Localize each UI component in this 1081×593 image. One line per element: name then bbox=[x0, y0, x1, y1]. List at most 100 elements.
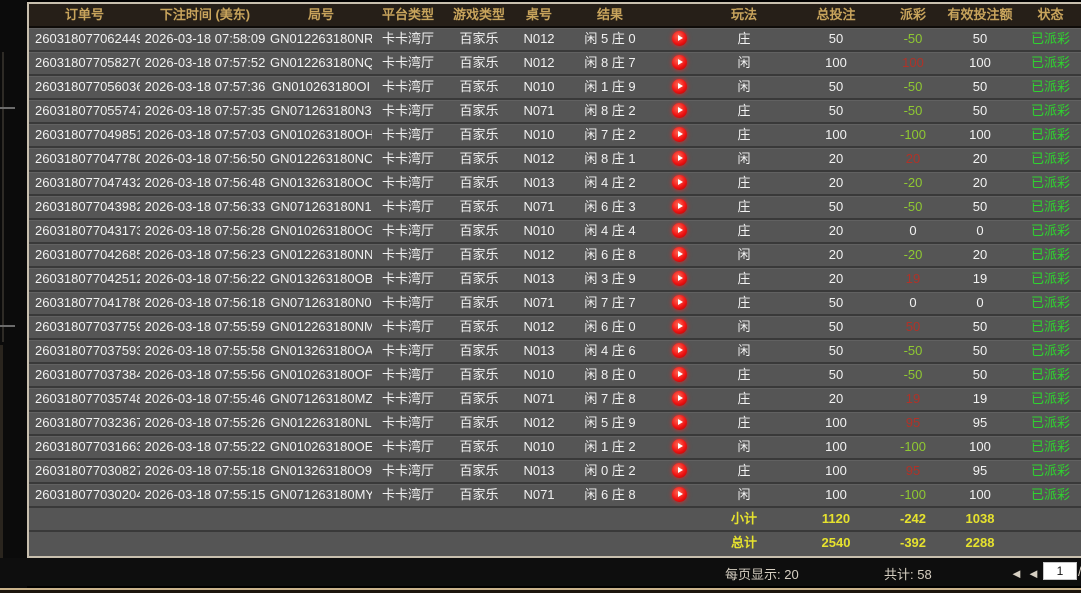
replay-video-icon[interactable] bbox=[672, 247, 687, 262]
subtotal-label: 小计 bbox=[702, 508, 786, 530]
cell-valid_bet: 50 bbox=[940, 340, 1020, 362]
replay-video-icon[interactable] bbox=[672, 415, 687, 430]
left-panel-divider bbox=[2, 52, 4, 342]
replay-video-icon[interactable] bbox=[672, 319, 687, 334]
replay-video-icon[interactable] bbox=[672, 151, 687, 166]
cell-play: 闲 bbox=[702, 52, 786, 74]
cell-platform: 卡卡湾厅 bbox=[372, 76, 444, 98]
table-row: 2603180770377592026-03-18 07:55:59GN0122… bbox=[29, 316, 1081, 340]
cell-table_no: N012 bbox=[514, 316, 564, 338]
replay-video-icon[interactable] bbox=[672, 487, 687, 502]
play-triangle bbox=[678, 323, 683, 329]
cell-total_bet: 100 bbox=[786, 484, 886, 506]
table-row: 2603180770357482026-03-18 07:55:46GN0712… bbox=[29, 388, 1081, 412]
cell-icon bbox=[656, 340, 702, 362]
cell-game: 百家乐 bbox=[444, 388, 514, 410]
total-row: 总计 2540 -392 2288 bbox=[29, 532, 1081, 556]
cell-play: 庄 bbox=[702, 124, 786, 146]
cell-result: 闲 0 庄 2 bbox=[564, 460, 656, 482]
cell-total_bet: 50 bbox=[786, 196, 886, 218]
cell-payout: -50 bbox=[886, 340, 940, 362]
cell-icon bbox=[656, 76, 702, 98]
replay-video-icon[interactable] bbox=[672, 439, 687, 454]
cell-status: 已派彩 bbox=[1020, 292, 1081, 314]
total-total-bet: 2540 bbox=[786, 532, 886, 556]
cell-game: 百家乐 bbox=[444, 76, 514, 98]
page-number-input[interactable] bbox=[1043, 562, 1077, 580]
cell-status: 已派彩 bbox=[1020, 268, 1081, 290]
cell-round: GN012263180NM bbox=[270, 316, 372, 338]
cell-valid_bet: 100 bbox=[940, 484, 1020, 506]
cell-play: 闲 bbox=[702, 484, 786, 506]
cell-order: 260318077032367 bbox=[29, 412, 140, 434]
table-row: 2603180770439822026-03-18 07:56:33GN0712… bbox=[29, 196, 1081, 220]
cell-time: 2026-03-18 07:55:15 bbox=[140, 484, 270, 506]
cell-status: 已派彩 bbox=[1020, 316, 1081, 338]
replay-video-icon[interactable] bbox=[672, 199, 687, 214]
table-row: 2603180770417882026-03-18 07:56:18GN0712… bbox=[29, 292, 1081, 316]
cell-table_no: N013 bbox=[514, 172, 564, 194]
left-edge-panel bbox=[0, 0, 27, 593]
cell-payout: -50 bbox=[886, 76, 940, 98]
cell-table_no: N013 bbox=[514, 460, 564, 482]
play-triangle bbox=[678, 131, 683, 137]
cell-total_bet: 20 bbox=[786, 388, 886, 410]
cell-order: 260318077042685 bbox=[29, 244, 140, 266]
first-page-icon[interactable]: ◄ bbox=[1010, 566, 1023, 581]
left-panel-line bbox=[0, 325, 15, 327]
replay-video-icon[interactable] bbox=[672, 79, 687, 94]
replay-video-icon[interactable] bbox=[672, 295, 687, 310]
cell-time: 2026-03-18 07:56:28 bbox=[140, 220, 270, 242]
cell-status: 已派彩 bbox=[1020, 124, 1081, 146]
replay-video-icon[interactable] bbox=[672, 31, 687, 46]
cell-status: 已派彩 bbox=[1020, 172, 1081, 194]
cell-round: GN012263180NQ bbox=[270, 52, 372, 74]
per-page-label: 每页显示: 20 bbox=[725, 564, 799, 583]
cell-order: 260318077030827 bbox=[29, 460, 140, 482]
cell-round: GN071263180MZ bbox=[270, 388, 372, 410]
cell-result: 闲 4 庄 4 bbox=[564, 220, 656, 242]
cell-play: 庄 bbox=[702, 388, 786, 410]
cell-icon bbox=[656, 484, 702, 506]
replay-video-icon[interactable] bbox=[672, 391, 687, 406]
replay-video-icon[interactable] bbox=[672, 103, 687, 118]
cell-play: 闲 bbox=[702, 436, 786, 458]
cell-order: 260318077037759 bbox=[29, 316, 140, 338]
left-panel-line bbox=[0, 107, 15, 109]
replay-video-icon[interactable] bbox=[672, 127, 687, 142]
cell-result: 闲 3 庄 9 bbox=[564, 268, 656, 290]
cell-payout: 19 bbox=[886, 268, 940, 290]
replay-video-icon[interactable] bbox=[672, 463, 687, 478]
cell-icon bbox=[656, 124, 702, 146]
cell-icon bbox=[656, 100, 702, 122]
play-triangle bbox=[678, 347, 683, 353]
cell-order: 260318077037384 bbox=[29, 364, 140, 386]
table-row: 2603180770477802026-03-18 07:56:50GN0122… bbox=[29, 148, 1081, 172]
cell-payout: 50 bbox=[886, 316, 940, 338]
replay-video-icon[interactable] bbox=[672, 343, 687, 358]
col-header-play: 玩法 bbox=[702, 4, 786, 26]
cell-result: 闲 6 庄 8 bbox=[564, 484, 656, 506]
cell-time: 2026-03-18 07:56:18 bbox=[140, 292, 270, 314]
table-row: 2603180770624492026-03-18 07:58:09GN0122… bbox=[29, 28, 1081, 52]
table-header-row: 订单号 下注时间 (美东) 局号 平台类型 游戏类型 桌号 结果 玩法 总投注 … bbox=[29, 4, 1081, 28]
cell-platform: 卡卡湾厅 bbox=[372, 196, 444, 218]
prev-page-icon[interactable]: ◄ bbox=[1027, 566, 1040, 581]
cell-result: 闲 4 庄 2 bbox=[564, 172, 656, 194]
replay-video-icon[interactable] bbox=[672, 367, 687, 382]
cell-valid_bet: 19 bbox=[940, 388, 1020, 410]
cell-play: 庄 bbox=[702, 460, 786, 482]
cell-table_no: N013 bbox=[514, 340, 564, 362]
replay-video-icon[interactable] bbox=[672, 55, 687, 70]
replay-video-icon[interactable] bbox=[672, 271, 687, 286]
cell-round: GN013263180OC bbox=[270, 172, 372, 194]
col-header-valid-bet: 有效投注额 bbox=[940, 4, 1020, 26]
play-triangle bbox=[678, 35, 683, 41]
cell-valid_bet: 0 bbox=[940, 220, 1020, 242]
cell-status: 已派彩 bbox=[1020, 244, 1081, 266]
cell-result: 闲 5 庄 0 bbox=[564, 28, 656, 50]
replay-video-icon[interactable] bbox=[672, 175, 687, 190]
replay-video-icon[interactable] bbox=[672, 223, 687, 238]
cell-play: 庄 bbox=[702, 100, 786, 122]
cell-icon bbox=[656, 436, 702, 458]
